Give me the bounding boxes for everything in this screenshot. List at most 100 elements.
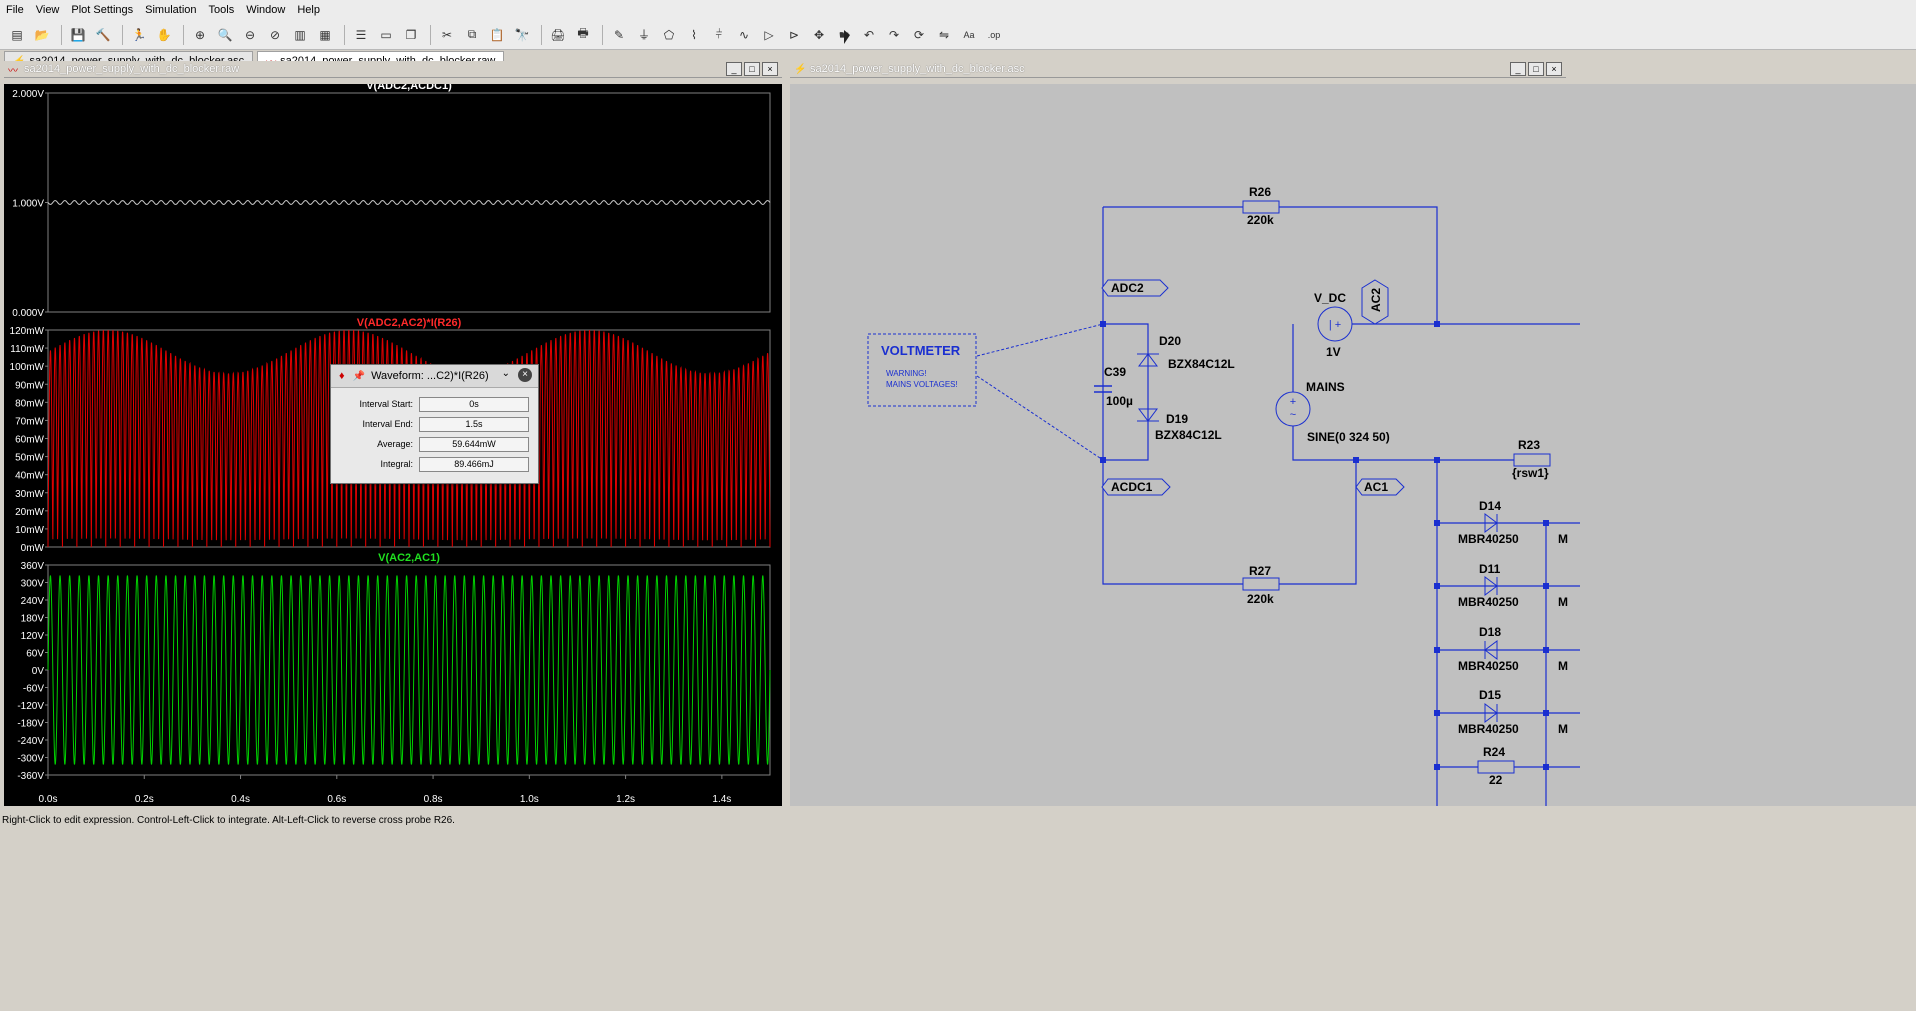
spice-directive-icon[interactable]: .op [983, 24, 1005, 46]
new-schematic-icon[interactable]: ▤ [6, 24, 28, 46]
paste-icon[interactable]: 📋 [486, 24, 508, 46]
autorange-icon[interactable]: ▥ [289, 24, 311, 46]
y-tick-label: -360V [17, 771, 44, 782]
menu-view[interactable]: View [30, 0, 66, 20]
x-tick-label: 1.0s [520, 794, 539, 805]
toolbar-separator [183, 24, 184, 45]
minimize-icon[interactable]: _ [726, 62, 742, 76]
component-label-cut: M [1558, 659, 1568, 673]
menu-simulation[interactable]: Simulation [139, 0, 202, 20]
dialog-titlebar[interactable]: ♦ 📌 Waveform: ...C2)*I(R26) ⌄ × [331, 365, 538, 388]
x-tick-label: 0.4s [231, 794, 250, 805]
y-tick-label: -240V [17, 736, 44, 747]
y-tick-label: 0.000V [12, 308, 44, 319]
grid-icon[interactable]: ▦ [314, 24, 336, 46]
d11-value: MBR40250 [1458, 595, 1519, 609]
chevron-down-icon[interactable]: ⌄ [502, 368, 510, 379]
ground-icon[interactable]: ⏚ [633, 24, 655, 46]
cut-icon[interactable]: ✂ [436, 24, 458, 46]
resistor-r24[interactable] [1477, 760, 1515, 774]
menu-plot-settings[interactable]: Plot Settings [65, 0, 139, 20]
y-tick-label: 20mW [15, 507, 44, 518]
trace-v-adc2-acdc1 [47, 199, 771, 206]
toolbar: ▤ 📂 💾 🔨 🏃 ✋ ⊕ 🔍 ⊖ ⊘ ▥ ▦ ☰ ▭ ❐ ✂ ⧉ 📋 🔭 🖨 🖶 ✎ ⏚ ⬠ ⌇ ⫩ ∿ ▷ ⊳ ✥ ☛ ↶ ↷ ⟳ ⇋ Aa .op [0, 20, 1916, 50]
y-tick-label: 120mW [10, 326, 45, 337]
interval-end-label: Interval End: [362, 419, 413, 429]
undo-icon[interactable]: ↶ [858, 24, 880, 46]
print-preview-icon[interactable]: 🖨 [547, 24, 569, 46]
schematic-window-titlebar[interactable]: ⚡ sa2014_power_supply_with_dc_blocker.as… [790, 61, 1566, 78]
maximize-icon[interactable]: □ [1528, 62, 1544, 76]
schematic-canvas[interactable]: | + + ~ [790, 84, 1916, 806]
menu-file[interactable]: File [0, 0, 30, 20]
y-tick-label: 60mW [15, 435, 44, 446]
menu-window[interactable]: Window [240, 0, 291, 20]
component-icon[interactable]: ⊳ [783, 24, 805, 46]
menu-help[interactable]: Help [291, 0, 326, 20]
save-icon[interactable]: 💾 [67, 24, 89, 46]
label-icon[interactable]: ⬠ [658, 24, 680, 46]
y-tick-label: 10mW [15, 525, 44, 536]
toolbar-separator [430, 24, 431, 45]
toolbar-separator [122, 24, 123, 45]
inductor-icon[interactable]: ∿ [733, 24, 755, 46]
text-icon[interactable]: Aa [958, 24, 980, 46]
component-label-cut: M [1558, 722, 1568, 736]
status-bar: Right-Click to edit expression. Control-… [0, 812, 1916, 1011]
zoom-area-icon[interactable]: 🔍 [214, 24, 236, 46]
y-tick-label: 360V [21, 561, 45, 572]
close-icon[interactable]: × [1546, 62, 1562, 76]
copy-icon[interactable]: ⧉ [461, 24, 483, 46]
zoom-out-icon[interactable]: ⊖ [239, 24, 261, 46]
r23-name: R23 [1518, 438, 1541, 452]
minimize-icon[interactable]: _ [1510, 62, 1526, 76]
voltmeter-warning: WARNING! [886, 369, 927, 378]
move-icon[interactable]: ✥ [808, 24, 830, 46]
component-label-cut: M [1558, 595, 1568, 609]
redo-icon[interactable]: ↷ [883, 24, 905, 46]
menu-tools[interactable]: Tools [203, 0, 241, 20]
schematic-editor[interactable]: | + + ~ VOLTMETER WARNING! MAINS VOLTAGE… [790, 84, 1916, 806]
halt-icon[interactable]: ✋ [153, 24, 175, 46]
tile-horizontal-icon[interactable]: ☰ [350, 24, 372, 46]
find-icon[interactable]: 🔭 [511, 24, 533, 46]
r24-value: 22 [1489, 773, 1503, 787]
sine-icon: ~ [1290, 409, 1296, 421]
mirror-icon[interactable]: ⇋ [933, 24, 955, 46]
rotate-icon[interactable]: ⟳ [908, 24, 930, 46]
close-icon[interactable]: × [518, 368, 532, 382]
wire-icon[interactable]: ✎ [608, 24, 630, 46]
diode-icon[interactable]: ▷ [758, 24, 780, 46]
resistor-r23[interactable] [1513, 453, 1551, 467]
y-tick-label: 0mW [21, 543, 45, 554]
open-icon[interactable]: 📂 [31, 24, 53, 46]
tile-vertical-icon[interactable]: ▭ [375, 24, 397, 46]
y-tick-label: 60V [26, 649, 44, 660]
capacitor-icon[interactable]: ⫩ [708, 24, 730, 46]
x-tick-label: 1.4s [712, 794, 731, 805]
resistor-r27[interactable] [1242, 577, 1280, 591]
dialog-body: Interval Start: 0s Interval End: 1.5s Av… [331, 388, 538, 474]
resistor-r26[interactable] [1242, 200, 1280, 214]
interval-end-row: Interval End: 1.5s [331, 414, 538, 434]
waveform-window-titlebar[interactable]: 〰 sa2014_power_supply_with_dc_blocker.ra… [4, 61, 782, 78]
zoom-cancel-icon[interactable]: ⊘ [264, 24, 286, 46]
toolbar-separator [61, 24, 62, 45]
integral-label: Integral: [380, 459, 413, 469]
control-panel-icon[interactable]: 🔨 [92, 24, 114, 46]
cascade-icon[interactable]: ❐ [400, 24, 422, 46]
maximize-icon[interactable]: □ [744, 62, 760, 76]
close-icon[interactable]: × [762, 62, 778, 76]
average-row: Average: 59.644mW [331, 434, 538, 454]
zoom-in-icon[interactable]: ⊕ [189, 24, 211, 46]
dialog-app-icon: ♦ [339, 370, 345, 382]
resistor-icon[interactable]: ⌇ [683, 24, 705, 46]
ac2-label: AC2 [1369, 287, 1383, 312]
x-tick-label: 0.8s [424, 794, 443, 805]
interval-end-field[interactable]: 1.5s [419, 416, 529, 432]
run-icon[interactable]: 🏃 [128, 24, 150, 46]
plus-icon: + [1290, 396, 1296, 408]
print-icon[interactable]: 🖶 [572, 24, 594, 46]
interval-start-field[interactable]: 0s [419, 396, 529, 412]
pin-icon[interactable]: 📌 [353, 371, 365, 382]
